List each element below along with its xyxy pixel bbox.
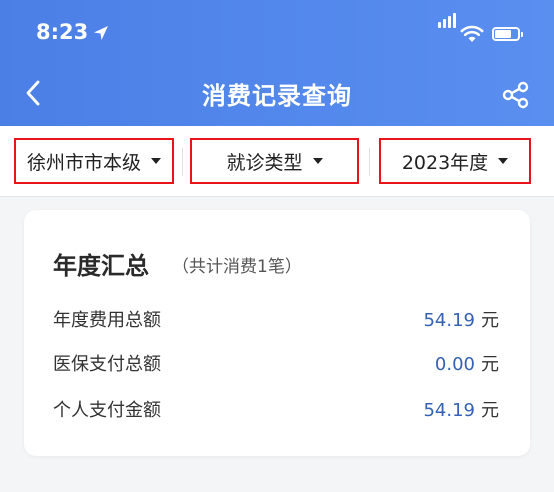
row-value: 0.00 元 (435, 350, 499, 376)
battery-icon (492, 27, 523, 41)
amount: 54.19 (423, 310, 475, 331)
visit-type-filter-label: 就诊类型 (226, 151, 303, 174)
unit: 元 (481, 354, 499, 375)
year-filter-dropdown[interactable]: 2023年度 (379, 138, 531, 184)
amount: 0.00 (434, 354, 475, 375)
filter-bar: 徐州市市本级 就诊类型 2023年度 (0, 126, 554, 197)
status-bar: 8:23 (0, 0, 554, 62)
filter-divider (182, 148, 183, 176)
caret-down-icon (151, 158, 161, 164)
region-filter-label: 徐州市市本级 (26, 151, 141, 174)
row-value: 54.19 元 (423, 306, 499, 332)
year-filter-label: 2023年度 (401, 151, 489, 174)
visit-type-filter-dropdown[interactable]: 就诊类型 (190, 138, 359, 184)
summary-row-personal: 个人支付金额 54.19 元 (53, 396, 499, 426)
region-filter-dropdown[interactable]: 徐州市市本级 (14, 138, 174, 184)
summary-row-total: 年度费用总额 54.19 元 (53, 306, 499, 336)
row-label: 个人支付金额 (53, 400, 161, 421)
row-value: 54.19 元 (423, 396, 499, 422)
summary-count: （共计消费1笔） (172, 257, 302, 277)
caret-down-icon (312, 158, 323, 164)
row-label: 医保支付总额 (53, 354, 161, 375)
summary-row-insurance: 医保支付总额 0.00 元 (53, 350, 499, 380)
location-arrow-icon (94, 26, 108, 40)
unit: 元 (481, 400, 499, 421)
wifi-icon (460, 25, 484, 42)
page-title: 消费记录查询 (202, 82, 352, 110)
filter-divider (369, 148, 370, 176)
status-time: 8:23 (36, 20, 89, 44)
caret-down-icon (498, 158, 509, 164)
share-icon[interactable] (500, 80, 532, 110)
amount: 54.19 (423, 400, 475, 421)
row-label: 年度费用总额 (53, 310, 161, 331)
unit: 元 (481, 310, 499, 331)
app-header: 8:23 消费记录查询 (0, 0, 554, 126)
summary-title: 年度汇总 (53, 252, 149, 280)
annual-summary-card: 年度汇总 （共计消费1笔） 年度费用总额 54.19 元 医保支付总额 0.00 元… (24, 210, 530, 456)
